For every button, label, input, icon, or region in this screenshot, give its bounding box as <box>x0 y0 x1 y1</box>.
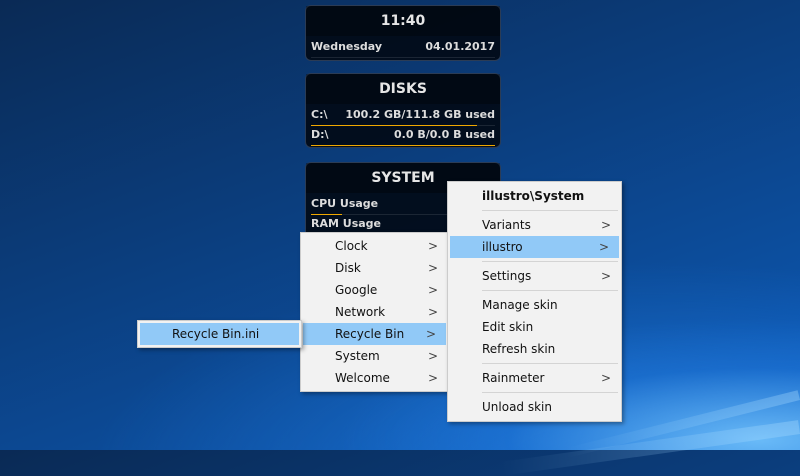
cpu-label: CPU Usage <box>311 197 379 210</box>
chevron-right-icon: > <box>427 305 438 319</box>
menu-item-system[interactable]: System > <box>301 345 448 367</box>
separator <box>482 363 618 364</box>
skins-submenu: Clock > Disk > Google > Network > Recycle Bi… <box>300 232 449 392</box>
menu-item-unload-skin[interactable]: Unload skin <box>448 396 621 418</box>
file-submenu: Recycle Bin.ini <box>137 320 302 348</box>
disk-value: 0.0 B/0.0 B used <box>394 128 495 141</box>
separator <box>482 290 618 291</box>
menu-item-edit-skin[interactable]: Edit skin <box>448 316 621 338</box>
separator <box>482 392 618 393</box>
chevron-right-icon: > <box>598 240 609 254</box>
chevron-right-icon: > <box>600 218 611 232</box>
clock-time: 11:40 <box>306 6 500 36</box>
menu-item-rainmeter[interactable]: Rainmeter > <box>448 367 621 389</box>
skin-context-menu: illustro\System Variants > illustro > Sett… <box>447 181 622 422</box>
disk-usage-bar <box>311 144 495 146</box>
disk-label: C:\ <box>311 108 328 121</box>
menu-item-recycle-bin[interactable]: Recycle Bin > <box>303 323 446 345</box>
disks-title: DISKS <box>306 74 500 104</box>
menu-item-welcome[interactable]: Welcome > <box>301 367 448 389</box>
separator <box>482 261 618 262</box>
menu-item-settings[interactable]: Settings > <box>448 265 621 287</box>
menu-item-refresh-skin[interactable]: Refresh skin <box>448 338 621 360</box>
menu-item-network[interactable]: Network > <box>301 301 448 323</box>
disk-label: D:\ <box>311 128 329 141</box>
chevron-right-icon: > <box>427 371 438 385</box>
menu-item-illustro[interactable]: illustro > <box>450 236 619 258</box>
menu-item-manage-skin[interactable]: Manage skin <box>448 294 621 316</box>
disks-widget[interactable]: DISKS C:\ 100.2 GB/111.8 GB used D:\ 0.0 B… <box>305 73 501 148</box>
menu-header: illustro\System <box>482 189 585 203</box>
chevron-right-icon: > <box>427 261 438 275</box>
menu-item-disk[interactable]: Disk > <box>301 257 448 279</box>
clock-widget[interactable]: 11:40 Wednesday 04.01.2017 <box>305 5 501 61</box>
chevron-right-icon: > <box>600 371 611 385</box>
menu-item-variants[interactable]: Variants > <box>448 214 621 236</box>
menu-item-google[interactable]: Google > <box>301 279 448 301</box>
separator <box>482 210 618 211</box>
chevron-right-icon: > <box>600 269 611 283</box>
disk-value: 100.2 GB/111.8 GB used <box>345 108 495 121</box>
chevron-right-icon: > <box>427 349 438 363</box>
clock-date: 04.01.2017 <box>425 40 495 53</box>
menu-item-recycle-bin-ini[interactable]: Recycle Bin.ini <box>140 323 299 345</box>
chevron-right-icon: > <box>427 283 438 297</box>
chevron-right-icon: > <box>425 327 436 341</box>
menu-item-clock[interactable]: Clock > <box>301 235 448 257</box>
chevron-right-icon: > <box>427 239 438 253</box>
clock-day: Wednesday <box>311 40 383 53</box>
